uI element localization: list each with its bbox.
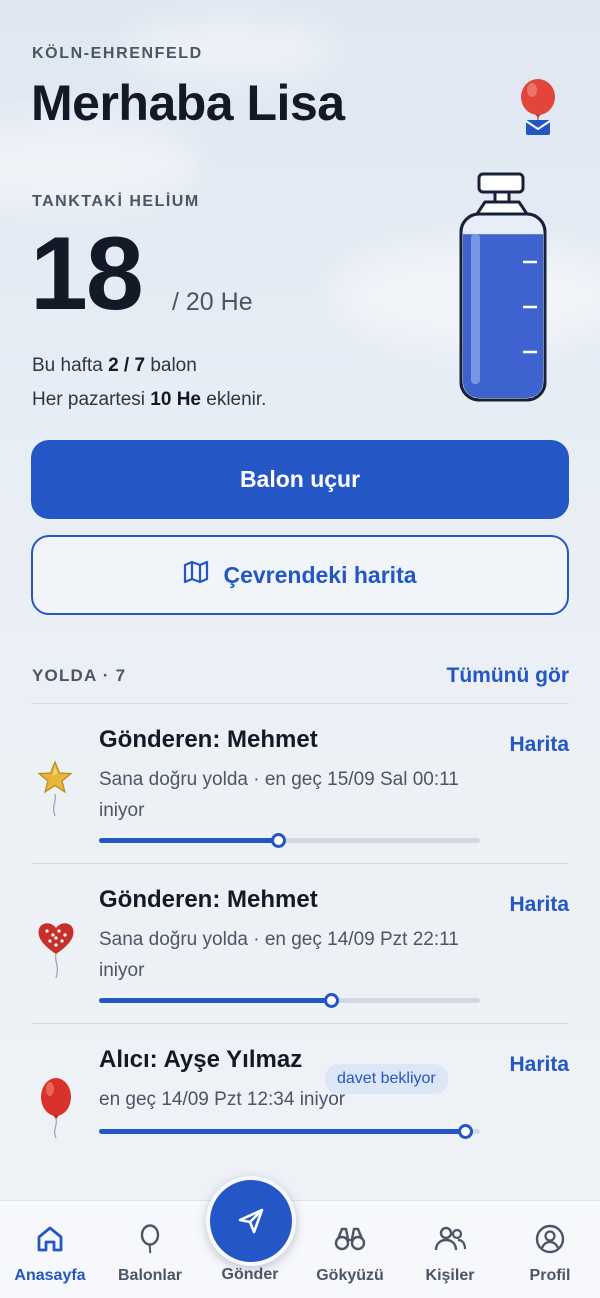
tab-sky[interactable]: Gökyüzü	[300, 1201, 400, 1298]
map-icon	[183, 560, 209, 590]
see-all-link[interactable]: Tümünü gör	[447, 664, 569, 688]
tank-label: TANKTAKİ HELİUM	[32, 193, 200, 210]
item-title: Gönderen: Mehmet	[99, 886, 318, 913]
item-title: Gönderen: Mehmet	[99, 726, 318, 753]
progress-knob	[324, 993, 340, 1008]
greeting-title: Merhaba Lisa	[31, 75, 345, 131]
progress-fill	[99, 998, 332, 1003]
nearby-map-label: Çevrendeki harita	[223, 561, 417, 588]
tab-people[interactable]: Kişiler	[400, 1201, 500, 1298]
refill-info: Her pazartesi 10 He eklenir.	[32, 389, 267, 410]
item-map-link[interactable]: Harita	[509, 893, 569, 917]
tab-home-label: Anasayfa	[14, 1267, 86, 1284]
item-subtitle: Sana doğru yolda · en geç 15/09 Sal 00:1…	[99, 769, 459, 821]
item-subtitle: en geç 14/09 Pzt 12:34 iniyor	[99, 1089, 346, 1110]
item-subtitle: Sana doğru yolda · en geç 14/09 Pzt 22:1…	[99, 929, 459, 981]
tab-people-label: Kişiler	[425, 1267, 475, 1284]
tab-profile-label: Profil	[529, 1267, 571, 1284]
list-item[interactable]: Gönderen: Mehmet Sana doğru yolda · en g…	[31, 863, 569, 1023]
progress-knob	[271, 833, 287, 848]
weekly-balloon-count: Bu hafta 2 / 7 balon	[32, 355, 197, 376]
tab-home[interactable]: Anasayfa	[0, 1201, 100, 1298]
send-button[interactable]	[206, 1176, 296, 1266]
progress-fill	[99, 1129, 465, 1134]
item-map-link[interactable]: Harita	[509, 733, 569, 757]
tab-sky-label: Gökyüzü	[316, 1267, 384, 1284]
list-item[interactable]: Gönderen: Mehmet Sana doğru yolda · en g…	[31, 703, 569, 863]
tab-profile[interactable]: Profil	[500, 1201, 600, 1298]
tab-balloons[interactable]: Balonlar	[100, 1201, 200, 1298]
progress-bar	[99, 833, 480, 848]
people-icon	[434, 1226, 467, 1251]
progress-bar	[99, 993, 480, 1008]
progress-knob	[457, 1124, 473, 1139]
send-label: Gönder	[221, 1266, 279, 1283]
profile-icon	[535, 1224, 565, 1254]
in-transit-list: Gönderen: Mehmet Sana doğru yolda · en g…	[31, 703, 569, 1183]
binoculars-icon	[334, 1227, 366, 1251]
balloon-icon	[140, 1224, 160, 1254]
send-icon	[238, 1208, 264, 1234]
nearby-map-button[interactable]: Çevrendeki harita	[31, 535, 569, 615]
progress-fill	[99, 838, 279, 843]
list-item[interactable]: Alıcı: Ayşe Yılmaz davet bekliyor en geç…	[31, 1023, 569, 1183]
item-title: Alıcı: Ayşe Yılmaz	[99, 1046, 303, 1073]
helium-tank-icon	[455, 172, 551, 404]
star-balloon-icon	[31, 754, 81, 820]
location-label: KÖLN-EHRENFELD	[32, 45, 203, 62]
helium-amount: 18	[30, 216, 144, 332]
launch-balloon-button[interactable]: Balon uçur	[31, 440, 569, 519]
red-balloon-icon	[31, 1074, 81, 1140]
balloon-mail-icon[interactable]	[512, 78, 562, 138]
heart-balloon-icon	[31, 914, 81, 980]
home-icon	[37, 1226, 63, 1252]
bottom-tab-bar: Anasayfa Balonlar Gökyüzü Kişiler Profil	[0, 1200, 600, 1298]
progress-bar	[99, 1124, 480, 1139]
tab-balloons-label: Balonlar	[117, 1267, 182, 1284]
in-transit-title: YOLDA · 7	[32, 666, 127, 685]
helium-max: / 20 He	[172, 288, 253, 316]
item-map-link[interactable]: Harita	[509, 1053, 569, 1077]
